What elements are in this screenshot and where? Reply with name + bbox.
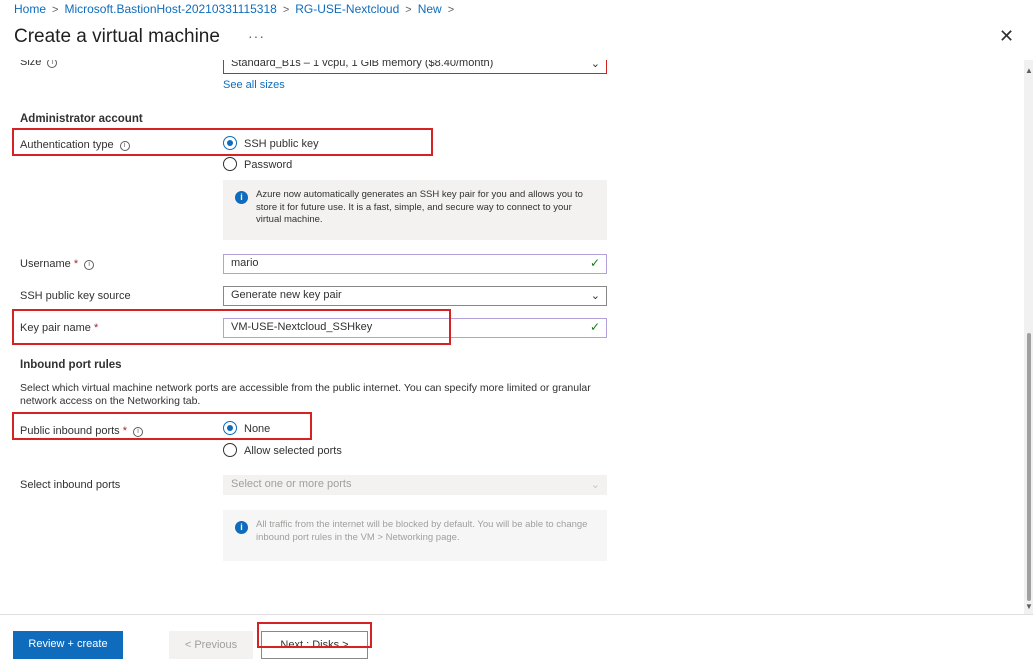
radio-password[interactable]: Password: [223, 157, 292, 171]
more-options-icon[interactable]: ···: [248, 28, 265, 44]
chevron-down-icon: ⌄: [590, 290, 600, 302]
breadcrumb-resource-group[interactable]: RG-USE-Nextcloud: [295, 2, 399, 16]
breadcrumb: Home > Microsoft.BastionHost-2021033111531…: [14, 2, 460, 16]
see-all-sizes-link[interactable]: See all sizes: [223, 79, 285, 91]
chevron-right-icon: >: [282, 4, 290, 16]
size-select[interactable]: Standard_B1s – 1 vcpu, 1 GiB memory ($8.…: [223, 60, 607, 74]
radio-unselected-icon: [223, 443, 237, 457]
username-input[interactable]: mario ✓: [223, 254, 607, 274]
username-label: Username * i: [20, 258, 95, 270]
radio-none[interactable]: None: [223, 421, 270, 435]
radio-ssh-public-key[interactable]: SSH public key: [223, 136, 319, 150]
page-title: Create a virtual machine: [14, 26, 220, 47]
radio-unselected-icon: [223, 157, 237, 171]
ssh-info-box: i Azure now automatically generates an SS…: [223, 180, 607, 240]
info-icon: i: [47, 60, 58, 68]
previous-button[interactable]: < Previous: [169, 631, 253, 659]
size-row-clip: Size i Standard_B1s – 1 vcpu, 1 GiB memor…: [0, 60, 1020, 76]
info-icon: i: [84, 260, 95, 270]
chevron-right-icon: >: [447, 4, 455, 16]
inbound-rules-heading: Inbound port rules: [20, 359, 122, 371]
breadcrumb-bastion[interactable]: Microsoft.BastionHost-20210331115318: [64, 2, 276, 16]
chevron-right-icon: >: [405, 4, 412, 16]
chevron-right-icon: >: [52, 4, 59, 16]
size-label: Size i: [20, 60, 58, 68]
ssh-key-source-select[interactable]: Generate new key pair ⌄: [223, 286, 607, 306]
breadcrumb-new[interactable]: New: [418, 2, 442, 16]
key-pair-name-input[interactable]: VM-USE-Nextcloud_SSHkey ✓: [223, 318, 607, 338]
inbound-info-box: i All traffic from the internet will be b…: [223, 510, 607, 561]
checkmark-icon: ✓: [589, 320, 600, 334]
info-icon: i: [133, 427, 144, 437]
scroll-up-icon[interactable]: ▲: [1025, 66, 1033, 75]
radio-selected-icon: [223, 136, 237, 150]
scroll-down-icon[interactable]: ▼: [1025, 602, 1033, 611]
chevron-down-icon: ⌄: [590, 60, 600, 70]
inbound-description: Select which virtual machine network por…: [20, 382, 591, 407]
ssh-key-source-label: SSH public key source: [20, 290, 131, 302]
info-icon: i: [235, 521, 248, 534]
scrollbar-thumb[interactable]: [1027, 333, 1031, 601]
footer-divider: [0, 614, 1033, 615]
chevron-down-icon: ⌄: [590, 479, 600, 491]
admin-account-heading: Administrator account: [20, 113, 143, 125]
next-disks-button[interactable]: Next : Disks >: [261, 631, 368, 659]
review-create-button[interactable]: Review + create: [13, 631, 123, 659]
radio-selected-icon: [223, 421, 237, 435]
radio-allow-selected-ports[interactable]: Allow selected ports: [223, 443, 342, 457]
auth-type-label: Authentication type i: [20, 139, 130, 151]
info-icon: i: [119, 141, 130, 151]
public-inbound-ports-label: Public inbound ports * i: [20, 425, 144, 437]
select-inbound-ports-label: Select inbound ports: [20, 479, 121, 491]
info-icon: i: [235, 191, 248, 204]
select-inbound-ports-dropdown: Select one or more ports ⌄: [223, 475, 607, 495]
breadcrumb-home[interactable]: Home: [14, 2, 46, 16]
close-icon[interactable]: ✕: [999, 26, 1014, 47]
checkmark-icon: ✓: [589, 256, 600, 270]
key-pair-name-label: Key pair name *: [20, 322, 99, 334]
